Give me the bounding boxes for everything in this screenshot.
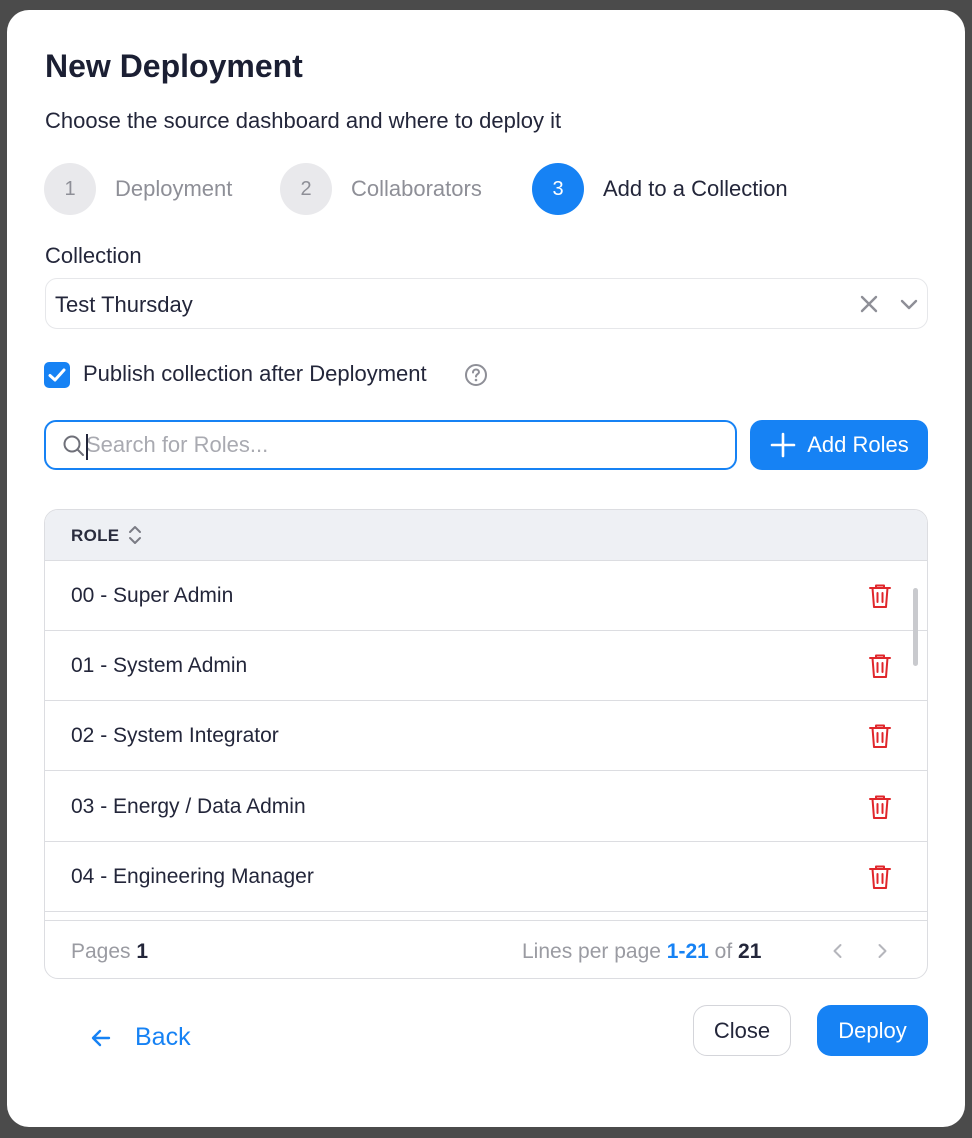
back-button[interactable]: Back	[89, 1023, 191, 1052]
chevron-down-icon[interactable]	[898, 293, 920, 315]
lines-total: 21	[738, 940, 762, 963]
close-button[interactable]: Close	[693, 1005, 791, 1056]
step-add-to-collection[interactable]: 3 Add to a Collection	[532, 163, 788, 215]
add-roles-label: Add Roles	[807, 432, 909, 457]
add-roles-button[interactable]: Add Roles	[750, 420, 928, 470]
lines-per-page-indicator: Lines per page 1-21 of 21	[522, 940, 761, 964]
trash-icon[interactable]	[867, 652, 893, 680]
role-column-header[interactable]: ROLE	[71, 526, 119, 546]
step-label: Deployment	[115, 176, 233, 201]
table-header: ROLE	[45, 510, 927, 561]
step-collaborators[interactable]: 2 Collaborators	[280, 163, 482, 215]
sort-icon[interactable]	[127, 524, 143, 546]
roles-table: ROLE 00 - Super Admin 01 - System Admin	[44, 509, 928, 979]
checkmark-icon	[48, 368, 66, 382]
arrow-left-icon	[91, 1029, 111, 1046]
step-deployment[interactable]: 1 Deployment	[44, 163, 232, 215]
table-row: 00 - Super Admin	[45, 561, 927, 631]
trash-icon[interactable]	[867, 863, 893, 891]
table-row: 02 - System Integrator	[45, 701, 927, 771]
trash-icon[interactable]	[867, 722, 893, 750]
pages-indicator: Pages 1	[71, 940, 148, 964]
publish-label[interactable]: Publish collection after Deployment	[83, 361, 427, 387]
new-deployment-dialog: New Deployment Choose the source dashboa…	[7, 10, 965, 1127]
table-pagination: Pages 1 Lines per page 1-21 of 21	[45, 920, 927, 978]
table-scrollbar[interactable]	[913, 588, 918, 666]
lines-label: Lines per page	[522, 940, 661, 963]
role-name: 04 - Engineering Manager	[71, 865, 314, 888]
help-circle-icon[interactable]	[464, 363, 488, 387]
publish-checkbox[interactable]	[44, 362, 70, 388]
role-search-field[interactable]	[44, 420, 737, 470]
collection-value: Test Thursday	[55, 292, 193, 317]
step-label: Add to a Collection	[603, 176, 788, 201]
close-icon[interactable]	[858, 293, 880, 315]
role-name: 02 - System Integrator	[71, 724, 279, 747]
trash-icon[interactable]	[867, 793, 893, 821]
chevron-left-icon[interactable]	[828, 941, 848, 961]
deploy-button[interactable]: Deploy	[817, 1005, 928, 1056]
step-number: 2	[280, 163, 332, 215]
lines-range: 1-21	[666, 940, 709, 963]
of-label: of	[714, 940, 733, 963]
chevron-right-icon[interactable]	[872, 941, 892, 961]
table-row: 01 - System Admin	[45, 631, 927, 701]
plus-icon	[770, 432, 796, 458]
step-number: 1	[44, 163, 96, 215]
dialog-subtitle: Choose the source dashboard and where to…	[45, 108, 562, 133]
step-label: Collaborators	[351, 176, 482, 201]
table-row: 04 - Engineering Manager	[45, 842, 927, 912]
role-name: 01 - System Admin	[71, 654, 248, 677]
back-label: Back	[135, 1023, 191, 1051]
search-icon	[63, 435, 84, 456]
role-name: 03 - Energy / Data Admin	[71, 795, 306, 818]
collection-label: Collection	[45, 243, 142, 268]
collection-select[interactable]: Test Thursday	[45, 278, 928, 329]
trash-icon[interactable]	[867, 582, 893, 610]
step-number: 3	[532, 163, 584, 215]
table-body[interactable]: 00 - Super Admin 01 - System Admin 02 - …	[45, 561, 927, 913]
role-name: 00 - Super Admin	[71, 584, 234, 607]
pages-value: 1	[136, 940, 149, 963]
table-row: 03 - Energy / Data Admin	[45, 772, 927, 842]
search-input[interactable]	[86, 431, 716, 459]
pages-label: Pages	[71, 940, 131, 963]
dialog-title: New Deployment	[45, 48, 303, 84]
text-caret	[86, 434, 88, 460]
